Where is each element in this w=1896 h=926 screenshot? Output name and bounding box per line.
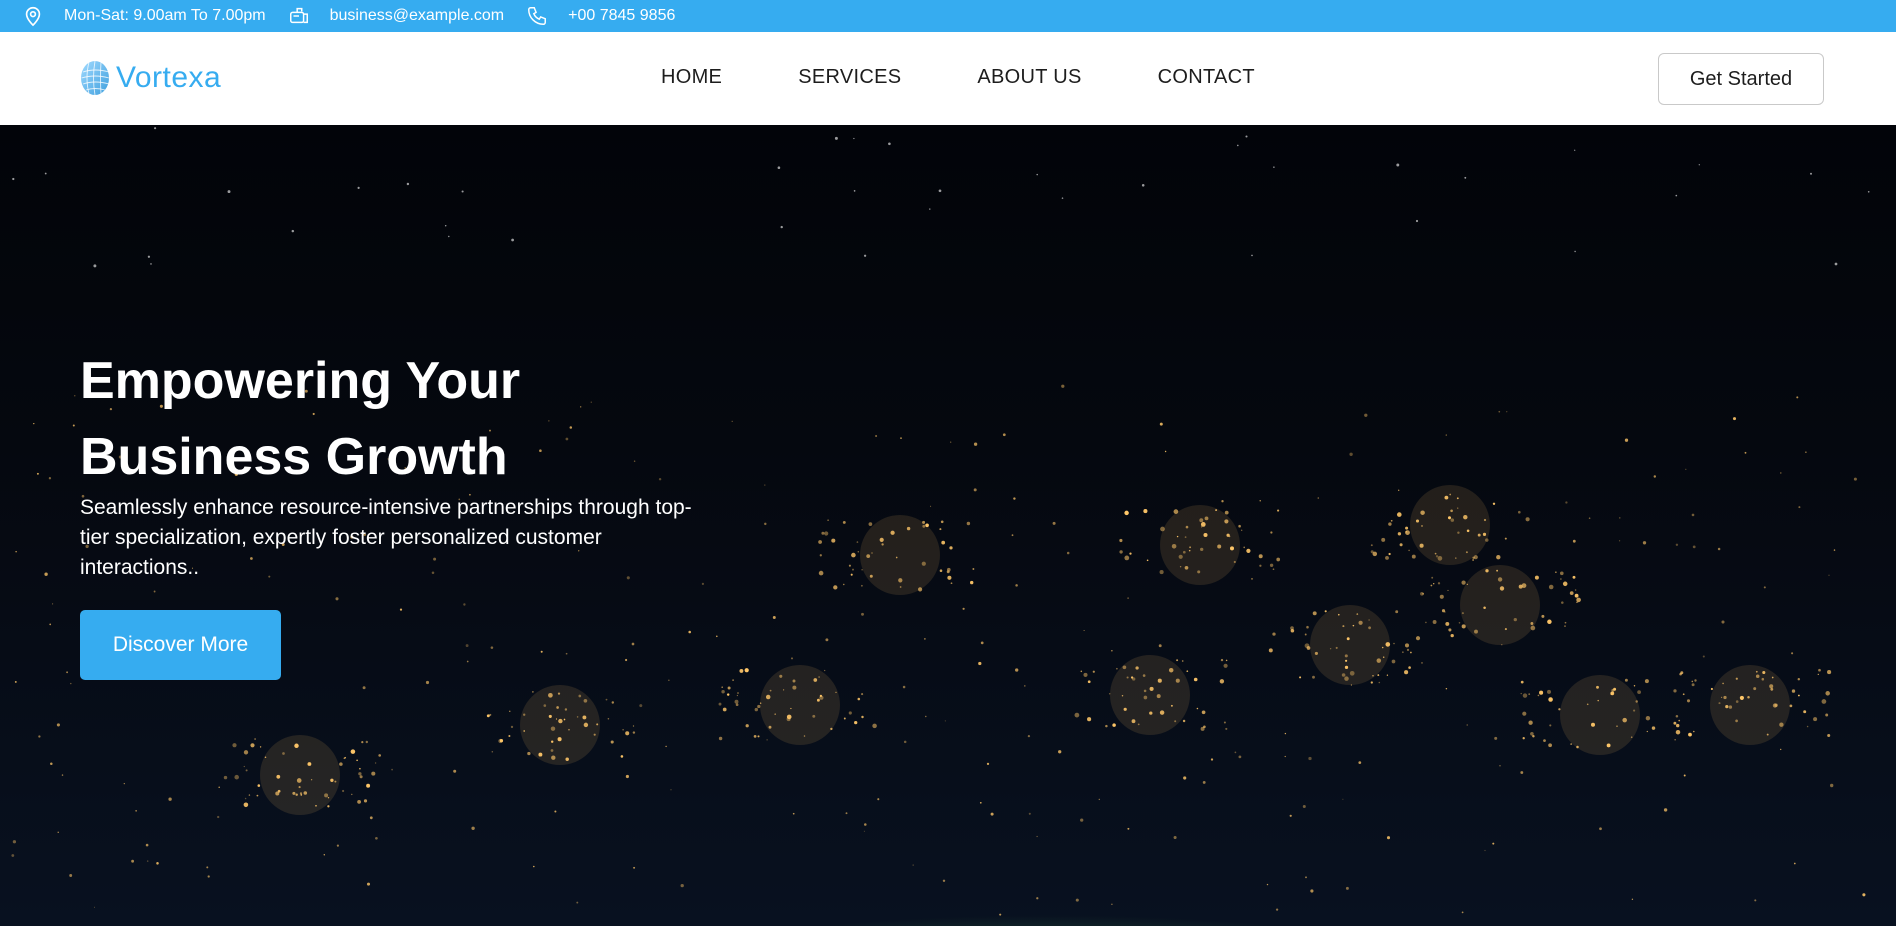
email-info[interactable]: business@example.com (288, 5, 505, 27)
top-info-bar: Mon-Sat: 9.00am To 7.00pm business@examp… (0, 0, 1896, 32)
phone-info[interactable]: +00 7845 9856 (526, 5, 675, 27)
discover-more-button[interactable]: Discover More (80, 610, 281, 680)
nav-about-us[interactable]: ABOUT US (977, 66, 1081, 89)
hours-info: Mon-Sat: 9.00am To 7.00pm (22, 5, 266, 27)
main-nav: HOME SERVICES ABOUT US CONTACT (661, 66, 1331, 89)
hero-title: Empowering Your Business Growth (80, 343, 700, 495)
get-started-button[interactable]: Get Started (1658, 53, 1824, 105)
hours-text: Mon-Sat: 9.00am To 7.00pm (64, 7, 266, 24)
globe-logo-icon (81, 60, 110, 96)
hero-section: Empowering Your Business Growth Seamless… (0, 125, 1896, 926)
hero-title-line-2: Business Growth (80, 428, 508, 486)
nav-contact[interactable]: CONTACT (1158, 66, 1255, 89)
logo-text: Vortexa (116, 61, 222, 94)
hero-title-line-1: Empowering Your (80, 352, 521, 410)
location-pin-icon (25, 6, 41, 27)
logo[interactable]: Vortexa (80, 58, 221, 98)
phone-link[interactable]: +00 7845 9856 (568, 7, 675, 25)
nav-services[interactable]: SERVICES (798, 66, 901, 89)
phone-icon (528, 7, 547, 25)
hero-subtitle: Seamlessly enhance resource-intensive pa… (80, 496, 692, 579)
nav-home[interactable]: HOME (661, 66, 722, 89)
email-link[interactable]: business@example.com (330, 7, 505, 25)
site-header: Vortexa HOME SERVICES ABOUT US CONTACT G… (0, 32, 1896, 125)
mailbox-icon (289, 7, 308, 24)
